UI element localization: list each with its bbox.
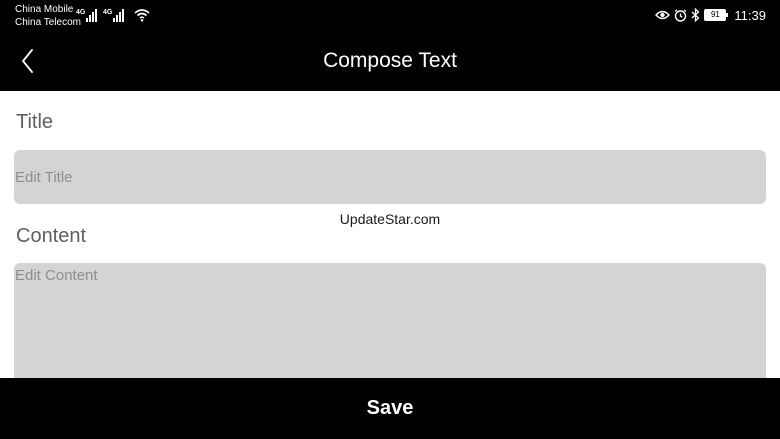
- top-app-bar: China Mobile China Telecom 4G 4G 91 11:3…: [0, 0, 780, 91]
- carrier-secondary: China Telecom: [15, 17, 81, 28]
- signal-icon: 4G: [103, 9, 124, 22]
- save-button[interactable]: Save: [0, 378, 780, 439]
- battery-level: 91: [710, 10, 720, 19]
- network-indicators: 4G 4G: [76, 6, 150, 22]
- signal-icon: 4G: [76, 9, 97, 22]
- status-icons: 91 11:39: [655, 6, 766, 24]
- carrier-primary: China Mobile: [15, 4, 74, 15]
- eye-comfort-icon: [655, 10, 671, 20]
- bluetooth-icon: [691, 8, 700, 22]
- carrier-info: China Mobile China Telecom: [15, 3, 81, 29]
- wifi-icon: [134, 9, 150, 22]
- watermark-text: UpdateStar.com: [339, 211, 441, 227]
- network-type-2: 4G: [103, 9, 113, 16]
- content-input[interactable]: [14, 263, 766, 393]
- network-type-1: 4G: [76, 9, 86, 16]
- title-input[interactable]: [14, 150, 766, 204]
- battery-icon: 91: [704, 9, 729, 21]
- alarm-icon: [675, 8, 687, 22]
- content-label: Content: [16, 225, 87, 247]
- save-button-label: Save: [366, 397, 414, 419]
- title-label: Title: [16, 111, 54, 133]
- page-title: Compose Text: [323, 49, 457, 72]
- status-time: 11:39: [734, 7, 766, 23]
